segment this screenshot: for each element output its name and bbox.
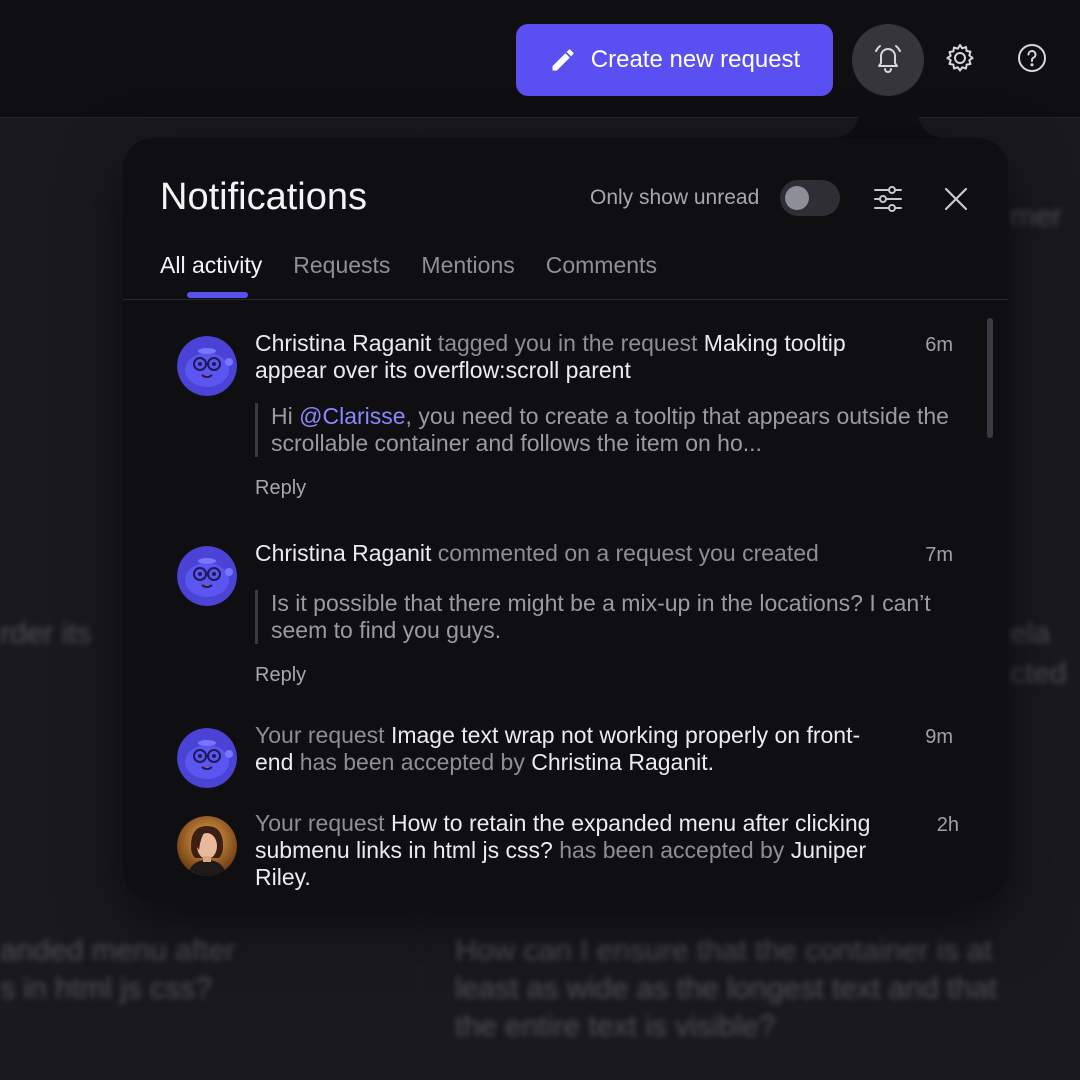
notification-time: 7m xyxy=(925,544,953,566)
tab-requests[interactable]: Requests xyxy=(293,248,390,298)
gear-icon xyxy=(944,42,976,79)
popover-notch-curve xyxy=(829,108,859,138)
active-tab-indicator xyxy=(187,292,248,298)
create-request-button[interactable]: Create new request xyxy=(516,24,833,96)
notification-text: Christina Raganit commented on a request… xyxy=(255,540,895,567)
background-text: the entire text is visible? xyxy=(455,1010,776,1043)
filter-button[interactable] xyxy=(871,182,905,216)
notification-tabs: All activity Requests Mentions Comments xyxy=(160,248,657,298)
background-text: s in html js css? xyxy=(0,972,212,1005)
tabs-divider xyxy=(123,299,1008,300)
notification-verb: commented on a request you created xyxy=(431,540,819,566)
notification-verb: has been accepted by xyxy=(552,837,791,863)
pencil-icon xyxy=(549,46,577,74)
background-text: mer xyxy=(1010,200,1062,233)
sliders-icon xyxy=(871,186,905,220)
top-bar: Create new request xyxy=(0,0,1080,118)
scrollbar-thumb[interactable] xyxy=(987,318,993,438)
background-text: ela xyxy=(1010,617,1051,650)
settings-button[interactable] xyxy=(924,24,996,96)
tab-mentions[interactable]: Mentions xyxy=(421,248,514,298)
notification-verb: has been accepted by xyxy=(293,749,532,775)
notification-time: 6m xyxy=(925,334,953,356)
notification-time: 9m xyxy=(925,726,953,748)
actor-name: Christina Raganit xyxy=(255,330,432,356)
notification-prefix: Your request xyxy=(255,722,391,748)
notification-text: Your request How to retain the expanded … xyxy=(255,810,895,891)
background-text: How can I ensure that the container is a… xyxy=(455,934,992,967)
quote-text: Hi xyxy=(271,403,300,429)
avatar xyxy=(177,336,237,396)
notification-verb: tagged you in the request xyxy=(431,330,704,356)
unread-toggle-label: Only show unread xyxy=(590,186,760,209)
unread-toggle[interactable] xyxy=(780,180,840,216)
bell-icon xyxy=(872,42,904,79)
background-text: least as wide as the longest text and th… xyxy=(455,972,998,1005)
help-button[interactable] xyxy=(996,24,1068,96)
tab-all-activity[interactable]: All activity xyxy=(160,248,262,298)
notification-text: Christina Raganit tagged you in the requ… xyxy=(255,330,895,384)
popover-notch-curve xyxy=(918,108,948,138)
background-text: rder its xyxy=(0,617,92,650)
notification-text: Your request Image text wrap not working… xyxy=(255,722,895,776)
comment-quote: Is it possible that there might be a mix… xyxy=(255,590,955,644)
notification-time: 2h xyxy=(936,814,959,836)
background-text: cted xyxy=(1010,657,1067,690)
close-button[interactable] xyxy=(939,182,973,216)
background-text: anded menu after xyxy=(0,934,236,967)
toggle-knob xyxy=(785,186,809,210)
tab-comments[interactable]: Comments xyxy=(546,248,657,298)
reply-button[interactable]: Reply xyxy=(255,664,306,687)
help-icon xyxy=(1016,42,1048,79)
comment-quote: Hi @Clarisse, you need to create a toolt… xyxy=(255,403,955,457)
create-request-label: Create new request xyxy=(590,46,801,73)
close-icon xyxy=(939,187,973,220)
notification-prefix: Your request xyxy=(255,810,391,836)
notifications-button[interactable] xyxy=(852,24,924,96)
avatar xyxy=(177,728,237,788)
user-mention[interactable]: @Clarisse xyxy=(299,403,405,429)
actor-name: Christina Raganit. xyxy=(531,749,715,775)
actor-name: Christina Raganit xyxy=(255,540,432,566)
popover-notch xyxy=(858,108,918,142)
avatar xyxy=(177,816,237,876)
panel-title: Notifications xyxy=(160,176,367,218)
notifications-panel: Notifications Only show unread All activ… xyxy=(123,138,1008,900)
avatar xyxy=(177,546,237,606)
reply-button[interactable]: Reply xyxy=(255,477,306,500)
